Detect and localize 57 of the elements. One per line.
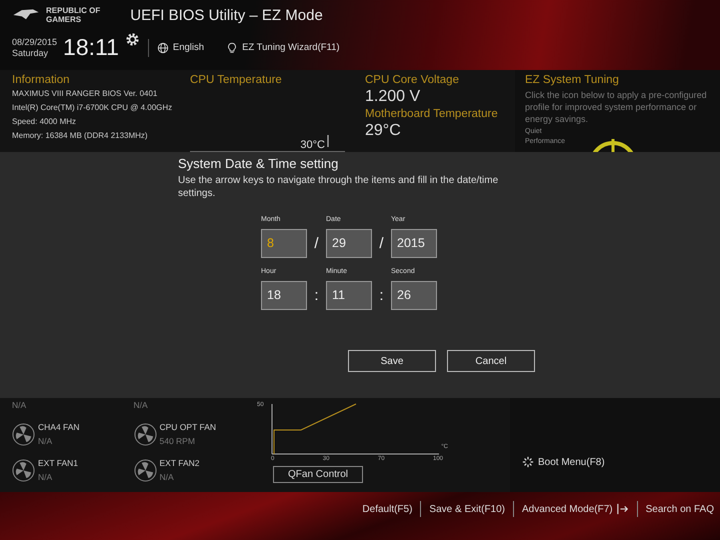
brand-text: REPUBLIC OF GAMERS xyxy=(46,6,100,24)
input-field[interactable]: 29 xyxy=(326,229,372,258)
dialog-button[interactable]: Cancel xyxy=(447,350,535,372)
exit-icon xyxy=(616,503,629,515)
info-line: Memory: 16384 MB (DDR4 2133MHz) xyxy=(12,130,149,142)
fan-reading: N/A xyxy=(160,471,175,484)
separator-text: : xyxy=(378,287,385,306)
tuning-wizard-button[interactable]: EZ Tuning Wizard(F11) xyxy=(226,42,340,54)
separator-text: : xyxy=(313,287,320,306)
fan-reading: N/A xyxy=(38,435,54,448)
clock-time[interactable]: 18:11 xyxy=(63,34,119,61)
section-title: CPU Temperature xyxy=(190,74,283,86)
settings-icon[interactable] xyxy=(124,32,140,47)
fan-icon xyxy=(12,422,35,446)
tuning-description: Click the icon below to apply a pre-configured profile for improved system performance or energy savings. xyxy=(525,89,708,125)
date-text: 08/29/2015 Saturday xyxy=(12,36,58,58)
temperature-reading: 30°C xyxy=(300,139,325,151)
globe-icon xyxy=(156,42,169,54)
section-title: Motherboard Temperature xyxy=(365,108,499,120)
dialog-button[interactable]: Save xyxy=(348,350,436,372)
spinner-icon xyxy=(522,456,534,468)
footer-button[interactable]: Save & Exit(F10) xyxy=(429,504,506,514)
boot-menu-button[interactable]: Boot Menu(F8) xyxy=(522,456,605,468)
separator-text: / xyxy=(378,235,385,254)
section-title: Information xyxy=(12,74,71,86)
info-line: Intel(R) Core(TM) i7-6700K CPU @ 4.00GHz xyxy=(12,102,170,114)
language-button[interactable]: English xyxy=(156,42,204,54)
fan-icon xyxy=(12,458,35,482)
fan-name: EXT FAN2 xyxy=(160,457,200,470)
dialog-description: Use the arrow keys to navigate through the items and fill in the date/time settings. xyxy=(178,174,500,200)
info-line: Speed: 4000 MHz xyxy=(12,116,78,128)
separator-text: / xyxy=(313,235,320,254)
fan-name: EXT FAN1 xyxy=(38,457,78,470)
dialog-title: System Date & Time setting xyxy=(178,156,340,171)
temperature-reading: 29°C xyxy=(365,121,402,140)
info-line: MAXIMUS VIII RANGER BIOS Ver. 0401 xyxy=(12,88,158,100)
advanced-mode-button[interactable]: Advanced Mode(F7) xyxy=(522,503,629,515)
input-field[interactable]: 26 xyxy=(391,281,437,310)
fan-reading: N/A xyxy=(38,471,54,484)
footer-button[interactable]: Search on FAQ xyxy=(646,504,714,514)
fan-name: CPU OPT FAN xyxy=(160,421,216,434)
window-title: UEFI BIOS Utility – EZ Mode xyxy=(130,6,323,24)
footer-button[interactable]: Default(F5) xyxy=(362,504,412,514)
input-field[interactable]: 2015 xyxy=(391,229,437,258)
fan-reading: 540 RPM xyxy=(160,435,196,448)
fan-name: CHA4 FAN xyxy=(38,421,80,434)
section-title: CPU Core Voltage xyxy=(365,74,460,86)
input-field[interactable]: 18 xyxy=(261,281,307,310)
section-title: EZ System Tuning xyxy=(525,74,620,86)
fan-icon xyxy=(134,458,156,482)
qfan-control-button[interactable]: QFan Control xyxy=(273,466,364,483)
fan-icon xyxy=(134,422,156,446)
voltage-reading: 1.200 V xyxy=(365,87,422,106)
lightbulb-icon xyxy=(226,42,238,54)
fan-reading: N/A xyxy=(134,399,148,412)
input-field[interactable]: 11 xyxy=(326,281,372,310)
fan-reading: N/A xyxy=(12,399,26,412)
